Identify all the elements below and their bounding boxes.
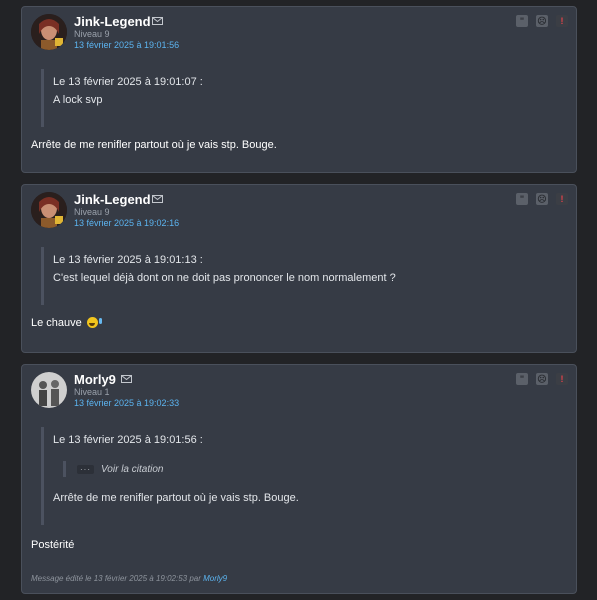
post-actions: " ☹ ! [516, 193, 568, 205]
message-text: Le chauve [31, 317, 82, 329]
post-actions: " ☹ ! [516, 373, 568, 385]
edited-by-link[interactable]: Morly9 [203, 574, 227, 583]
quote-icon[interactable]: " [516, 373, 528, 385]
report-icon[interactable]: ! [556, 193, 568, 205]
quote-text: A lock svp [53, 94, 103, 106]
nested-quote[interactable]: ··· Voir la citation [63, 461, 163, 477]
mail-icon[interactable] [152, 17, 163, 25]
post-1: Jink-Legend Niveau 9 13 février 2025 à 1… [21, 6, 577, 173]
view-quote-link[interactable]: Voir la citation [101, 464, 163, 475]
author-name[interactable]: Jink-Legend [74, 14, 151, 29]
expand-dots-icon[interactable]: ··· [77, 464, 94, 474]
quote-icon[interactable]: " [516, 193, 528, 205]
author-name[interactable]: Jink-Legend [74, 192, 151, 207]
avatar[interactable] [31, 372, 67, 408]
avatar[interactable] [31, 192, 67, 228]
message: Le chauve [31, 317, 102, 329]
post-actions: " ☹ ! [516, 15, 568, 27]
mp-icon[interactable]: ☹ [536, 15, 548, 27]
quote-icon[interactable]: " [516, 15, 528, 27]
mp-icon[interactable]: ☹ [536, 193, 548, 205]
quote-text: Arrête de me renifler partout où je vais… [53, 492, 299, 504]
message-text: Postérité [31, 539, 75, 551]
quote-block: Le 13 février 2025 à 19:01:07 : A lock s… [41, 69, 203, 127]
author-level: Niveau 1 [74, 387, 110, 397]
mail-icon[interactable] [121, 375, 132, 383]
author-level: Niveau 9 [74, 207, 110, 217]
post-3: Morly9 Niveau 1 13 février 2025 à 19:02:… [21, 364, 577, 594]
sweat-drop-icon [98, 318, 102, 324]
quote-header: Le 13 février 2025 à 19:01:07 : [53, 76, 203, 88]
post-date-link[interactable]: 13 février 2025 à 19:01:56 [74, 40, 179, 50]
mail-icon[interactable] [152, 195, 163, 203]
sweat-smile-icon [86, 317, 98, 328]
edited-text: Message édité le 13 février 2025 à 19:02… [31, 574, 201, 583]
quote-text: C'est lequel déjà dont on ne doit pas pr… [53, 272, 396, 284]
post-date-link[interactable]: 13 février 2025 à 19:02:33 [74, 398, 179, 408]
avatar[interactable] [31, 14, 67, 50]
message-text: Arrête de me renifler partout où je vais… [31, 139, 277, 151]
post-2: Jink-Legend Niveau 9 13 février 2025 à 1… [21, 184, 577, 353]
report-icon[interactable]: ! [556, 15, 568, 27]
author-name[interactable]: Morly9 [74, 372, 116, 387]
quote-header: Le 13 février 2025 à 19:01:13 : [53, 254, 203, 266]
author-level: Niveau 9 [74, 29, 110, 39]
quote-block: Le 13 février 2025 à 19:01:13 : C'est le… [41, 247, 396, 305]
report-icon[interactable]: ! [556, 373, 568, 385]
mp-icon[interactable]: ☹ [536, 373, 548, 385]
edited-note: Message édité le 13 février 2025 à 19:02… [31, 574, 227, 583]
post-date-link[interactable]: 13 février 2025 à 19:02:16 [74, 218, 179, 228]
quote-header: Le 13 février 2025 à 19:01:56 : [53, 434, 203, 446]
